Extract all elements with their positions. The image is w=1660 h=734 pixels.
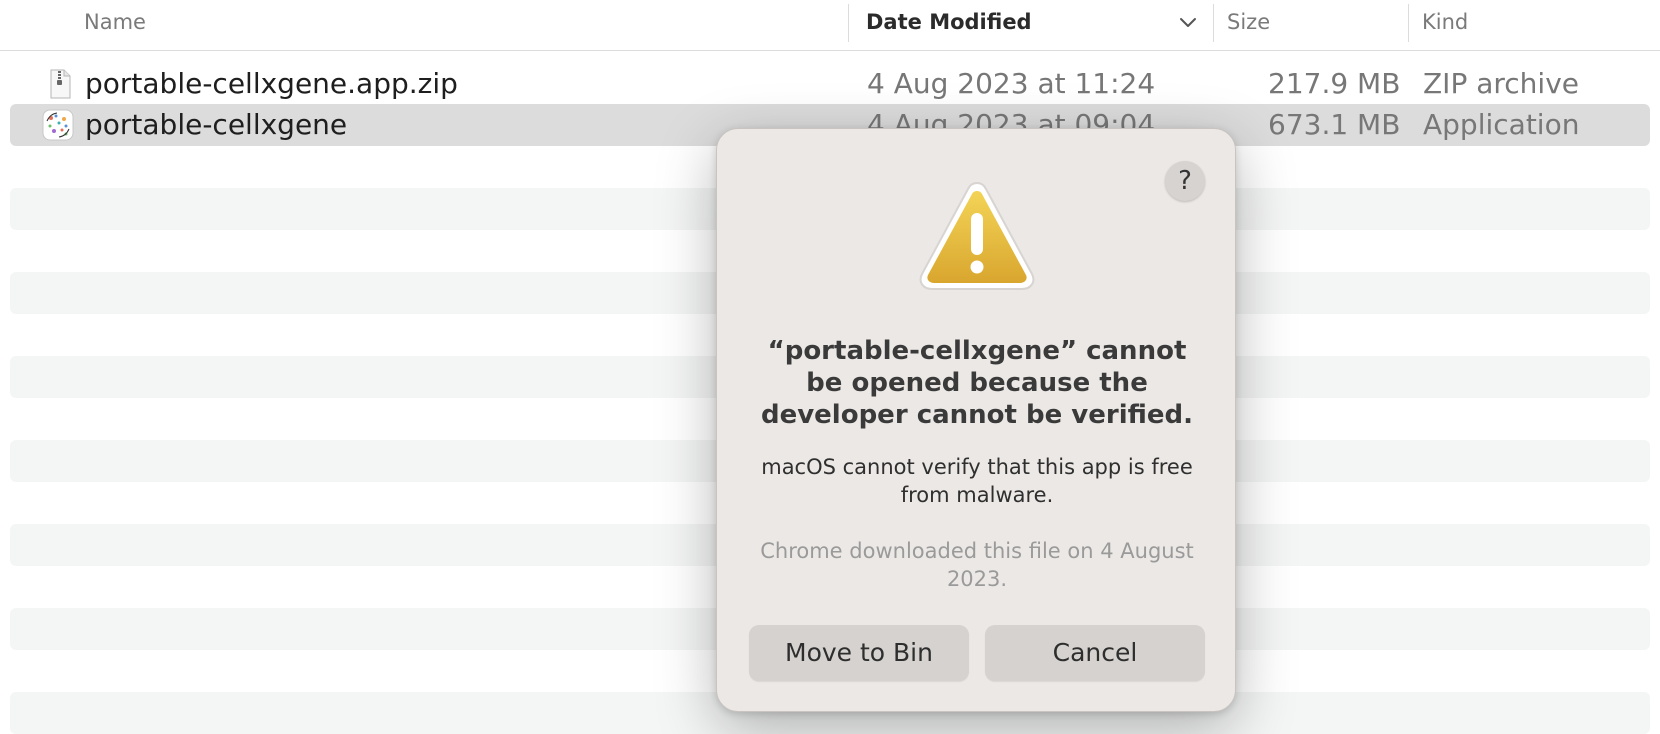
column-header: Name Date Modified Size Kind [0,0,1660,51]
file-name: portable-cellxgene.app.zip [85,67,458,100]
alert-message: macOS cannot verify that this app is fre… [761,455,1193,507]
zip-file-icon [50,69,71,99]
column-separator[interactable] [1408,4,1409,42]
file-kind: ZIP archive [1423,67,1579,100]
file-date-modified: 4 Aug 2023 at 11:24 [867,67,1156,100]
warning-triangle-icon [919,181,1035,290]
column-name-header[interactable]: Name [84,0,146,44]
help-button[interactable]: ? [1165,161,1205,201]
move-to-bin-button[interactable]: Move to Bin [749,625,969,681]
file-row[interactable]: portable-cellxgene.app.zip 4 Aug 2023 at… [10,63,1650,105]
app-icon [42,109,74,141]
alert-download-note: Chrome downloaded this file on 4 August … [760,539,1194,591]
column-separator[interactable] [1213,4,1214,42]
unverified-developer-alert: ? “portable-cellxgene” cannot be opened … [716,128,1236,712]
column-date-modified-header[interactable]: Date Modified [866,0,1032,44]
file-kind: Application [1423,108,1580,141]
alert-title: “portable-cellxgene” cannot be opened be… [760,336,1194,430]
file-size: 673.1 MB [1268,108,1401,141]
cancel-button[interactable]: Cancel [985,625,1205,681]
column-size-header[interactable]: Size [1227,0,1270,44]
chevron-down-icon[interactable] [1178,12,1198,32]
column-kind-header[interactable]: Kind [1422,0,1468,44]
column-separator[interactable] [848,4,849,42]
file-size: 217.9 MB [1268,67,1401,100]
file-name: portable-cellxgene [85,108,348,141]
